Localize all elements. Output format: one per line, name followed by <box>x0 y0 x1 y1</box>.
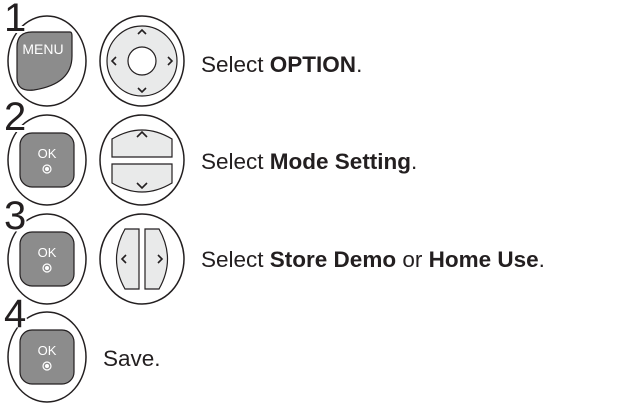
step-4-instruction: Save. <box>103 346 161 371</box>
ok-key-button[interactable]: OK <box>19 132 75 188</box>
ok-key-label: OK <box>38 343 57 358</box>
step-number: 3 <box>4 194 27 238</box>
ok-key-label: OK <box>38 245 57 260</box>
option-store-demo: Store Demo <box>269 247 397 272</box>
step-1-keys: MENU <box>0 14 200 109</box>
ok-key-button[interactable]: OK <box>19 231 75 287</box>
menu-item-option: OPTION <box>269 52 357 77</box>
nav-leftright-ring <box>99 213 185 305</box>
step-1-instruction: Select OPTION. <box>201 52 363 77</box>
nav-down-button[interactable] <box>111 163 173 193</box>
step-number: 4 <box>4 292 27 336</box>
ok-key-label: OK <box>38 146 57 161</box>
step-3-instruction: Select Store Demo or Home Use. <box>201 247 545 272</box>
step-3-keys: OK <box>0 212 200 307</box>
step-number: 2 <box>4 95 27 139</box>
nav-up-button[interactable] <box>111 129 173 158</box>
step-2-keys: OK <box>0 113 200 208</box>
menu-key-label: MENU <box>22 41 63 57</box>
option-home-use: Home Use <box>428 247 539 272</box>
menu-item-mode-setting: Mode Setting <box>269 149 412 174</box>
ok-key-button[interactable]: OK <box>19 329 75 385</box>
step-number: 1 <box>4 0 27 40</box>
nav-4way-pad[interactable] <box>106 25 178 97</box>
step-2-instruction: Select Mode Setting. <box>201 149 418 174</box>
